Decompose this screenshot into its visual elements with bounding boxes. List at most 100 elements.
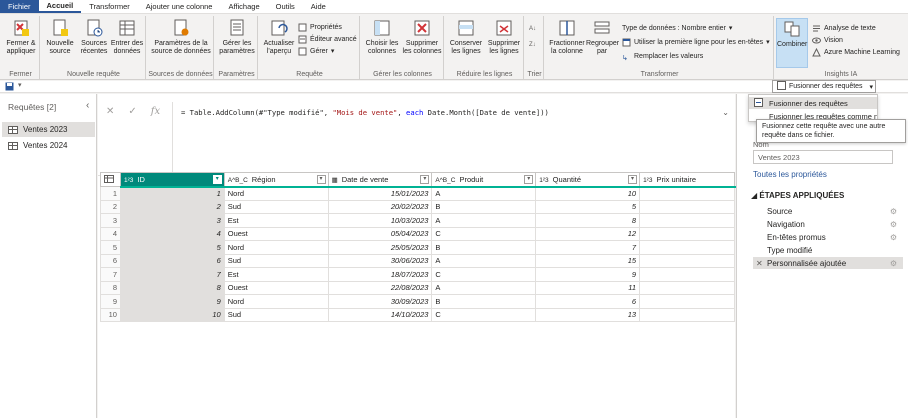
cell-id[interactable]: 7	[119, 267, 225, 282]
tab-affichage[interactable]: Affichage	[220, 0, 267, 13]
cell-id[interactable]: 10	[119, 307, 225, 322]
gear-icon[interactable]: ⚙	[890, 233, 897, 242]
table-row[interactable]: 2 2 Sud 20/02/2023 B 5	[100, 199, 735, 214]
cell-region[interactable]: Nord	[223, 240, 329, 255]
table-row[interactable]: 6 6 Sud 30/06/2023 A 15	[100, 253, 735, 268]
column-header-date[interactable]: ▦ Date de vente ▾	[327, 172, 433, 187]
step-personnalisee-ajoutee[interactable]: ✕ Personnalisée ajoutée ⚙	[753, 257, 903, 269]
query-name-input[interactable]: Ventes 2023	[753, 150, 893, 164]
collapse-pane-icon[interactable]: ‹	[86, 100, 89, 111]
cell-id[interactable]: 4	[119, 226, 225, 241]
expand-formula-icon[interactable]: ⌄	[722, 108, 729, 117]
cell-date[interactable]: 05/04/2023	[327, 226, 433, 241]
cell-region[interactable]: Nord	[223, 294, 329, 309]
new-source-button[interactable]: Nouvelle source	[44, 18, 76, 56]
cell-region[interactable]: Sud	[223, 253, 329, 268]
gear-icon[interactable]: ⚙	[890, 207, 897, 216]
table-row[interactable]: 3 3 Est 10/03/2023 A 8	[100, 213, 735, 228]
sort-descending-button[interactable]: Z↓	[529, 38, 538, 48]
cell-region[interactable]: Ouest	[223, 226, 329, 241]
table-row[interactable]: 5 5 Nord 25/05/2023 B 7	[100, 240, 735, 255]
query-item-ventes-2023[interactable]: Ventes 2023	[2, 122, 95, 137]
cell-region[interactable]: Sud	[223, 307, 329, 322]
cell-quantite[interactable]: 5	[535, 199, 641, 214]
column-filter-icon[interactable]: ▾	[524, 175, 534, 184]
step-source[interactable]: Source ⚙	[753, 205, 903, 217]
tab-outils[interactable]: Outils	[268, 0, 303, 13]
row-number[interactable]: 8	[100, 280, 121, 295]
cell-prix[interactable]	[639, 280, 735, 295]
remove-rows-button[interactable]: Supprimer les lignes	[486, 18, 522, 56]
cell-id[interactable]: 5	[119, 240, 225, 255]
cell-quantite[interactable]: 13	[535, 307, 641, 322]
cell-produit[interactable]: C	[431, 307, 537, 322]
column-filter-icon[interactable]: ▾	[420, 175, 430, 184]
cell-produit[interactable]: A	[431, 186, 537, 201]
tab-aide[interactable]: Aide	[303, 0, 334, 13]
cell-produit[interactable]: A	[431, 280, 537, 295]
quick-access-dropdown-icon[interactable]: ▾	[18, 81, 22, 89]
cell-prix[interactable]	[639, 294, 735, 309]
cell-prix[interactable]	[639, 253, 735, 268]
manage-button[interactable]: Gérer ▾	[298, 47, 334, 56]
table-row[interactable]: 8 8 Ouest 22/08/2023 A 11	[100, 280, 735, 295]
cell-quantite[interactable]: 8	[535, 213, 641, 228]
cell-quantite[interactable]: 12	[535, 226, 641, 241]
row-number[interactable]: 6	[100, 253, 121, 268]
cancel-icon[interactable]: ✕	[106, 106, 114, 117]
cell-prix[interactable]	[639, 267, 735, 282]
sort-ascending-button[interactable]: A↓	[529, 22, 538, 32]
data-type-dropdown[interactable]: Type de données : Nombre entier ▾	[622, 24, 732, 33]
keep-rows-button[interactable]: Conserver les lignes	[448, 18, 484, 56]
gear-icon[interactable]: ⚙	[890, 259, 897, 268]
use-first-row-headers-button[interactable]: Utiliser la première ligne pour les en-t…	[622, 38, 770, 47]
cell-id[interactable]: 3	[119, 213, 225, 228]
tab-ajouter-colonne[interactable]: Ajouter une colonne	[138, 0, 221, 13]
cell-produit[interactable]: A	[431, 213, 537, 228]
column-header-prix[interactable]: 1²3 Prix unitaire	[639, 172, 735, 187]
cell-id[interactable]: 9	[119, 294, 225, 309]
cell-prix[interactable]	[639, 307, 735, 322]
cell-region[interactable]: Est	[223, 267, 329, 282]
gear-icon[interactable]: ⚙	[890, 220, 897, 229]
cell-id[interactable]: 6	[119, 253, 225, 268]
menu-item-merge-queries[interactable]: Fusionner des requêtes	[749, 97, 877, 109]
refresh-preview-button[interactable]: Actualiser l'aperçu	[262, 18, 296, 56]
cell-quantite[interactable]: 7	[535, 240, 641, 255]
cell-date[interactable]: 10/03/2023	[327, 213, 433, 228]
step-navigation[interactable]: Navigation ⚙	[753, 218, 903, 230]
cell-date[interactable]: 22/08/2023	[327, 280, 433, 295]
row-number[interactable]: 5	[100, 240, 121, 255]
cell-produit[interactable]: C	[431, 267, 537, 282]
step-entetes-promus[interactable]: En-têtes promus ⚙	[753, 231, 903, 243]
cell-date[interactable]: 25/05/2023	[327, 240, 433, 255]
cell-region[interactable]: Sud	[223, 199, 329, 214]
advanced-editor-button[interactable]: Éditeur avancé	[298, 35, 357, 44]
cell-prix[interactable]	[639, 213, 735, 228]
cell-date[interactable]: 20/02/2023	[327, 199, 433, 214]
commit-icon[interactable]: ✓	[128, 106, 136, 117]
save-icon[interactable]	[5, 82, 14, 93]
cell-date[interactable]: 18/07/2023	[327, 267, 433, 282]
cell-date[interactable]: 30/06/2023	[327, 253, 433, 268]
group-by-button[interactable]: Regrouper par	[586, 18, 619, 56]
row-number[interactable]: 3	[100, 213, 121, 228]
enter-data-button[interactable]: Entrer des données	[110, 18, 144, 56]
column-filter-icon[interactable]: ▾	[628, 175, 638, 184]
cell-quantite[interactable]: 6	[535, 294, 641, 309]
row-number[interactable]: 4	[100, 226, 121, 241]
cell-prix[interactable]	[639, 186, 735, 201]
cell-produit[interactable]: C	[431, 226, 537, 241]
all-properties-link[interactable]: Toutes les propriétés	[753, 170, 827, 179]
row-number[interactable]: 2	[100, 199, 121, 214]
remove-columns-button[interactable]: Supprimer les colonnes	[402, 18, 442, 56]
tab-fichier[interactable]: Fichier	[0, 0, 39, 13]
combine-button[interactable]: Combiner	[776, 18, 808, 68]
text-analytics-button[interactable]: Analyse de texte	[812, 24, 876, 33]
cell-id[interactable]: 8	[119, 280, 225, 295]
cell-produit[interactable]: A	[431, 253, 537, 268]
tab-accueil[interactable]: Accueil	[38, 0, 82, 13]
vision-button[interactable]: Vision	[812, 36, 843, 45]
table-row[interactable]: 9 9 Nord 30/09/2023 B 6	[100, 294, 735, 309]
close-apply-button[interactable]: Fermer & appliquer	[4, 18, 38, 56]
